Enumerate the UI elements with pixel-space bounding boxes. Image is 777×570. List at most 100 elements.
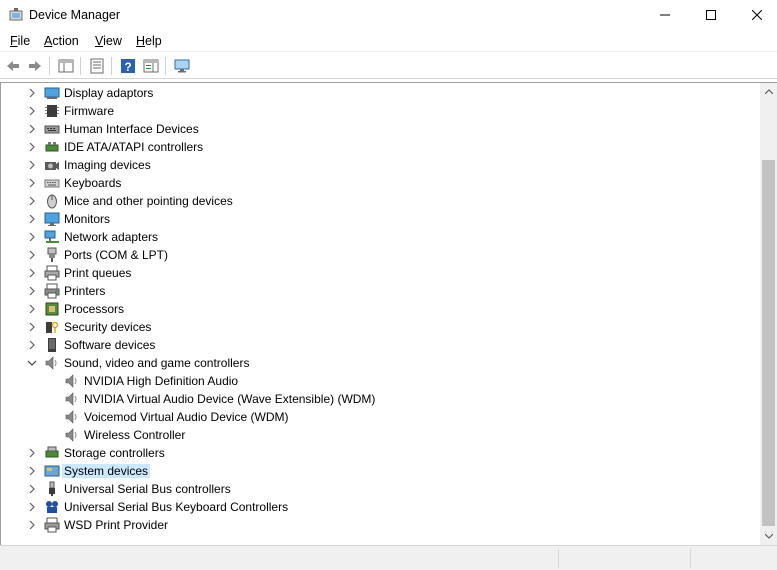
menu-file[interactable]: File bbox=[10, 33, 30, 49]
chevron-right-icon[interactable] bbox=[26, 519, 38, 531]
chevron-right-icon[interactable] bbox=[26, 231, 38, 243]
chevron-right-icon[interactable] bbox=[26, 87, 38, 99]
tree-item-label: Ports (COM & LPT) bbox=[64, 248, 169, 262]
chevron-right-icon[interactable] bbox=[26, 447, 38, 459]
maximize-button[interactable] bbox=[688, 0, 734, 30]
help-button[interactable]: ? bbox=[118, 56, 138, 76]
tree-item-label: Universal Serial Bus controllers bbox=[64, 482, 231, 496]
tree-category-item[interactable]: Firmware bbox=[1, 102, 761, 120]
title-bar[interactable]: Device Manager bbox=[0, 0, 777, 30]
wsd-printer-icon bbox=[44, 517, 60, 533]
tree-category-item[interactable]: Universal Serial Bus controllers bbox=[1, 480, 761, 498]
show-hide-tree-button[interactable] bbox=[56, 56, 76, 76]
tree-item-label: System devices bbox=[62, 464, 151, 478]
tree-item-label: Wireless Controller bbox=[84, 428, 186, 442]
tree-item-label: IDE ATA/ATAPI controllers bbox=[64, 140, 204, 154]
tree-category-item[interactable]: WSD Print Provider bbox=[1, 516, 761, 534]
vertical-scrollbar[interactable] bbox=[760, 83, 777, 545]
chevron-right-icon[interactable] bbox=[26, 249, 38, 261]
tree-category-item[interactable]: Sound, video and game controllers bbox=[1, 354, 761, 372]
speaker-icon bbox=[64, 373, 80, 389]
system-device-icon bbox=[44, 463, 60, 479]
close-button[interactable] bbox=[734, 0, 777, 30]
scan-hardware-icon bbox=[174, 59, 190, 73]
chevron-right-icon[interactable] bbox=[26, 483, 38, 495]
scroll-up-arrow-icon bbox=[764, 89, 773, 94]
tree-item-label: Security devices bbox=[64, 320, 152, 334]
window-title: Device Manager bbox=[29, 8, 121, 22]
tree-category-item[interactable]: Mice and other pointing devices bbox=[1, 192, 761, 210]
display-adapter-icon bbox=[44, 85, 60, 101]
tree-category-item[interactable]: Universal Serial Bus Keyboard Controller… bbox=[1, 498, 761, 516]
chevron-right-icon[interactable] bbox=[26, 213, 38, 225]
firmware-icon bbox=[44, 103, 60, 119]
tree-category-item[interactable]: Imaging devices bbox=[1, 156, 761, 174]
chevron-right-icon[interactable] bbox=[26, 465, 38, 477]
software-device-icon bbox=[44, 337, 60, 353]
tree-item-label: NVIDIA High Definition Audio bbox=[84, 374, 239, 388]
tree-category-item[interactable]: System devices bbox=[1, 462, 761, 480]
show-hide-console-tree-icon bbox=[58, 59, 74, 73]
tree-category-item[interactable]: Storage controllers bbox=[1, 444, 761, 462]
tree-item-label: Firmware bbox=[64, 104, 114, 118]
chevron-right-icon[interactable] bbox=[26, 285, 38, 297]
tree-category-item[interactable]: Ports (COM & LPT) bbox=[1, 246, 761, 264]
tree-child-item[interactable]: NVIDIA High Definition Audio bbox=[1, 372, 761, 390]
tree-category-item[interactable]: Display adaptors bbox=[1, 84, 761, 102]
camera-icon bbox=[44, 157, 60, 173]
tree-item-label: Print queues bbox=[64, 266, 132, 280]
chevron-right-icon[interactable] bbox=[26, 159, 38, 171]
chevron-right-icon[interactable] bbox=[26, 195, 38, 207]
tree-child-item[interactable]: Wireless Controller bbox=[1, 426, 761, 444]
chevron-right-icon[interactable] bbox=[26, 321, 38, 333]
tree-category-item[interactable]: IDE ATA/ATAPI controllers bbox=[1, 138, 761, 156]
speaker-icon bbox=[44, 355, 60, 371]
action-pane-button[interactable] bbox=[141, 56, 161, 76]
tree-category-item[interactable]: Processors bbox=[1, 300, 761, 318]
chevron-right-icon[interactable] bbox=[26, 267, 38, 279]
tree-child-item[interactable]: NVIDIA Virtual Audio Device (Wave Extens… bbox=[1, 390, 761, 408]
minimize-icon bbox=[660, 14, 670, 16]
chevron-right-icon[interactable] bbox=[26, 303, 38, 315]
storage-controller-icon bbox=[44, 445, 60, 461]
chevron-right-icon[interactable] bbox=[26, 501, 38, 513]
tree-item-label: Keyboards bbox=[64, 176, 122, 190]
tree-category-item[interactable]: Monitors bbox=[1, 210, 761, 228]
properties-icon bbox=[90, 58, 104, 74]
chevron-right-icon[interactable] bbox=[26, 123, 38, 135]
usb-keyboard-icon bbox=[44, 499, 60, 515]
chevron-right-icon[interactable] bbox=[26, 105, 38, 117]
back-arrow-icon bbox=[7, 61, 19, 71]
scroll-thumb[interactable] bbox=[762, 160, 775, 526]
tree-item-label: Display adaptors bbox=[64, 86, 154, 100]
chevron-right-icon[interactable] bbox=[26, 141, 38, 153]
forward-button[interactable] bbox=[25, 56, 45, 76]
minimize-button[interactable] bbox=[642, 0, 688, 30]
usb-icon bbox=[44, 481, 60, 497]
chevron-right-icon[interactable] bbox=[26, 177, 38, 189]
scan-hardware-button[interactable] bbox=[172, 56, 192, 76]
menu-action[interactable]: Action bbox=[44, 33, 79, 49]
tree-item-label: NVIDIA Virtual Audio Device (Wave Extens… bbox=[84, 392, 376, 406]
scroll-down-button[interactable] bbox=[760, 528, 777, 545]
tree-category-item[interactable]: Security devices bbox=[1, 318, 761, 336]
tree-category-item[interactable]: Keyboards bbox=[1, 174, 761, 192]
svg-text:?: ? bbox=[124, 60, 131, 74]
tree-item-label: Network adapters bbox=[64, 230, 159, 244]
back-button[interactable] bbox=[3, 56, 23, 76]
tree-category-item[interactable]: Network adapters bbox=[1, 228, 761, 246]
scroll-up-button[interactable] bbox=[760, 83, 777, 100]
menu-view[interactable]: View bbox=[95, 33, 122, 49]
tree-category-item[interactable]: Print queues bbox=[1, 264, 761, 282]
tree-item-label: Storage controllers bbox=[64, 446, 165, 460]
tree-category-item[interactable]: Software devices bbox=[1, 336, 761, 354]
device-tree[interactable]: Display adaptors Firmware Human Interface … bbox=[0, 82, 777, 545]
properties-button[interactable] bbox=[87, 56, 107, 76]
menu-help[interactable]: Help bbox=[136, 33, 162, 49]
status-pane-1 bbox=[558, 549, 559, 568]
tree-category-item[interactable]: Printers bbox=[1, 282, 761, 300]
chevron-right-icon[interactable] bbox=[26, 339, 38, 351]
tree-child-item[interactable]: Voicemod Virtual Audio Device (WDM) bbox=[1, 408, 761, 426]
chevron-down-icon[interactable] bbox=[26, 357, 38, 369]
tree-category-item[interactable]: Human Interface Devices bbox=[1, 120, 761, 138]
